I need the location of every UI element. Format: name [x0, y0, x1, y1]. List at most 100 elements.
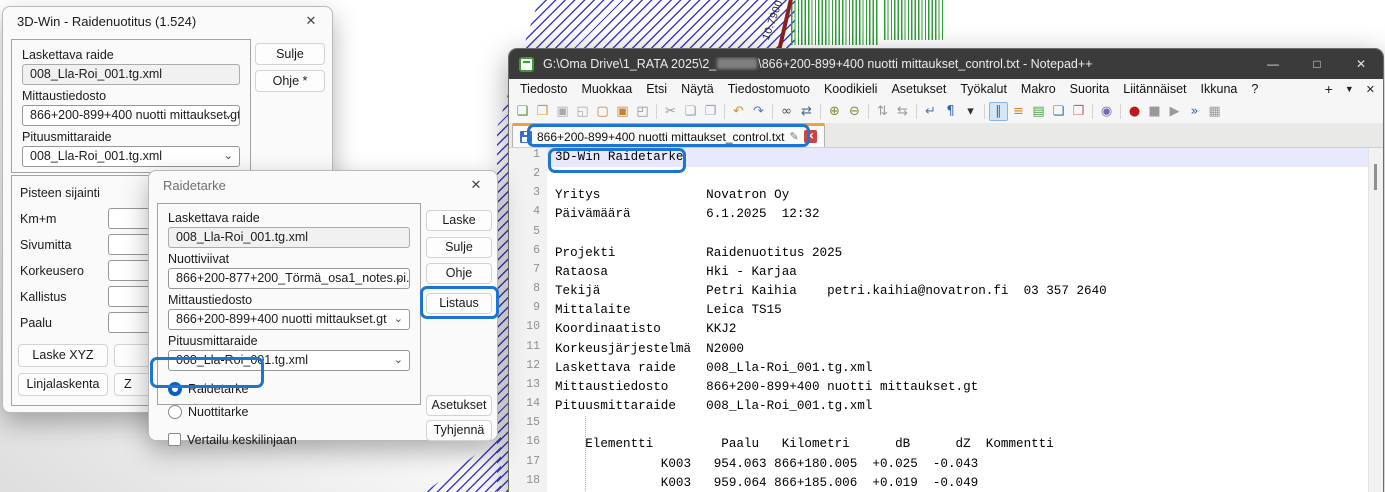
mittaustiedosto-dropdown[interactable]: 866+200-899+400 nuotti mittaukset.gt ⌄ — [168, 309, 410, 330]
toolbar-dropdown-icon[interactable]: ▾ — [961, 102, 980, 121]
vertical-scrollbar[interactable] — [1368, 148, 1383, 492]
line-text[interactable]: Mittaustiedosto 866+200-899+400 nuotti m… — [547, 378, 1368, 397]
menu-item-suorita[interactable]: Suorita — [1063, 82, 1117, 96]
laskettava-raide-field[interactable]: 008_Lla-Roi_001.tg.xml — [168, 227, 410, 248]
line-text[interactable]: Pituusmittaraide 008_Lla-Roi_001.tg.xml — [547, 397, 1368, 416]
asetukset-button[interactable]: Asetukset — [426, 395, 492, 416]
line-text[interactable]: Mittalaite Leica TS15 — [547, 301, 1368, 320]
menu-item-ikkuna[interactable]: Ikkuna — [1194, 82, 1245, 96]
document-list-icon[interactable]: ❏ — [1049, 102, 1068, 121]
menu-item-?[interactable]: ? — [1244, 82, 1265, 96]
macro-play-icon[interactable]: ▶ — [1165, 102, 1184, 121]
checkbox-unchecked-icon[interactable] — [168, 433, 181, 446]
laskettava-raide-field[interactable]: 008_Lla-Roi_001.tg.xml — [22, 64, 240, 85]
menu-item-muokkaa[interactable]: Muokkaa — [574, 82, 639, 96]
line-text[interactable] — [547, 416, 1368, 435]
indent-guide-icon[interactable]: ∥ — [989, 102, 1008, 121]
close-icon[interactable]: ✕ — [302, 13, 320, 29]
line-text[interactable]: K003 959.064 866+185.006 +0.019 -0.049 — [547, 474, 1368, 492]
menu-item-liitnniset[interactable]: Liitännäiset — [1116, 82, 1193, 96]
scrollbar-thumb[interactable] — [1374, 164, 1377, 190]
tyhjenna-button[interactable]: Tyhjennä — [426, 420, 492, 441]
sulje-button[interactable]: Sulje — [426, 237, 492, 258]
line-text[interactable]: Projekti Raidenuotitus 2025 — [547, 244, 1368, 263]
line-text[interactable]: Laskettava raide 008_Lla-Roi_001.tg.xml — [547, 359, 1368, 378]
close-icon[interactable]: ✕ — [467, 177, 485, 193]
pituusmittaraide-dropdown[interactable]: 008_Lla-Roi_001.tg.xml ⌄ — [22, 146, 240, 167]
close-icon[interactable]: ✕ — [1366, 83, 1375, 96]
cut-icon[interactable]: ✂ — [661, 102, 680, 121]
window-titlebar[interactable]: G:\Oma Drive\1_RATA 2025\2_\866+200-899+… — [509, 49, 1383, 79]
menu-item-nyt[interactable]: Näytä — [674, 82, 721, 96]
ohje-button[interactable]: Ohje * — [255, 70, 325, 92]
line-text[interactable]: Elementti Paalu Kilometri dB dZ Kommentt… — [547, 435, 1368, 454]
nuottiviivat-dropdown[interactable]: 866+200-877+200_Törmä_osa1_notes.pi.tdw … — [168, 268, 410, 289]
text-content[interactable]: 13D-Win Raidetarke23Yritys Novatron Oy4P… — [509, 148, 1368, 492]
zoom-in-icon[interactable]: ⊕ — [825, 102, 844, 121]
print-icon[interactable]: ◰ — [633, 102, 652, 121]
minimize-button[interactable]: — — [1251, 49, 1295, 79]
close-doc-icon[interactable]: ▢ — [593, 102, 612, 121]
mittaustiedosto-dropdown[interactable]: 866+200-899+400 nuotti mittaukset.gt ⌄ — [22, 105, 240, 126]
ohje-button[interactable]: Ohje — [426, 263, 492, 284]
save-icon[interactable]: ▣ — [553, 102, 572, 121]
macro-save-icon[interactable]: ▦ — [1205, 102, 1224, 121]
chevron-down-icon[interactable]: ⌄ — [394, 353, 403, 366]
line-text[interactable] — [547, 225, 1368, 244]
dialog-titlebar[interactable]: Raidetarke ✕ — [149, 171, 497, 199]
radio-unselected-icon[interactable] — [168, 405, 182, 419]
menu-item-makro[interactable]: Makro — [1014, 82, 1063, 96]
caret-down-icon[interactable]: ▼ — [1345, 84, 1354, 94]
undo-icon[interactable]: ↶ — [729, 102, 748, 121]
chevron-down-icon[interactable]: ⌄ — [394, 312, 403, 325]
line-text[interactable]: Päivämäärä 6.1.2025 12:32 — [547, 205, 1368, 224]
line-text[interactable]: Rataosa Hki - Karjaa — [547, 263, 1368, 282]
replace-icon[interactable]: ⇄ — [797, 102, 816, 121]
line-text[interactable]: K003 954.063 866+180.005 +0.025 -0.043 — [547, 455, 1368, 474]
paste-icon[interactable]: ❐ — [701, 102, 720, 121]
find-icon[interactable]: ∞ — [777, 102, 796, 121]
document-map-icon[interactable]: ▤ — [1029, 102, 1048, 121]
folder-as-workspace-icon[interactable]: ❒ — [1069, 102, 1088, 121]
vertailu-checkbox-row[interactable]: Vertailu keskilinjaan — [168, 430, 410, 449]
menu-item-tiedostomuoto[interactable]: Tiedostomuoto — [721, 82, 817, 96]
sync-vertical-icon[interactable]: ⇅ — [873, 102, 892, 121]
dialog-titlebar[interactable]: 3D-Win - Raidenuotitus (1.524) ✕ — [3, 7, 332, 35]
macro-run-multiple-icon[interactable]: » — [1185, 102, 1204, 121]
line-text[interactable]: Tekijä Petri Kaihia petri.kaihia@novatro… — [547, 282, 1368, 301]
chevron-down-icon[interactable]: ⌄ — [224, 108, 233, 121]
line-text[interactable]: Korkeusjärjestelmä N2000 — [547, 340, 1368, 359]
macro-stop-icon[interactable]: ■ — [1145, 102, 1164, 121]
menu-item-tykalut[interactable]: Työkalut — [953, 82, 1014, 96]
line-text[interactable]: Koordinaatisto KKJ2 — [547, 320, 1368, 339]
word-wrap-icon[interactable]: ↵ — [921, 102, 940, 121]
maximize-button[interactable]: □ — [1295, 49, 1339, 79]
close-all-docs-icon[interactable]: ▣ — [613, 102, 632, 121]
sync-horizontal-icon[interactable]: ⇆ — [893, 102, 912, 121]
copy-icon[interactable]: ❏ — [681, 102, 700, 121]
nuottitarke-radio-row[interactable]: Nuottitarke — [168, 402, 410, 421]
menu-item-asetukset[interactable]: Asetukset — [884, 82, 953, 96]
close-button[interactable]: ✕ — [1339, 49, 1383, 79]
menu-item-koodikieli[interactable]: Koodikieli — [817, 82, 885, 96]
function-list-icon[interactable]: ≡ — [1009, 102, 1028, 121]
laske-button[interactable]: Laske — [426, 210, 492, 231]
macro-record-icon[interactable]: ● — [1125, 102, 1144, 121]
menu-item-tiedosto[interactable]: Tiedosto — [513, 82, 574, 96]
redo-icon[interactable]: ↷ — [749, 102, 768, 121]
line-text[interactable]: Yritys Novatron Oy — [547, 186, 1368, 205]
plus-icon[interactable]: + — [1325, 81, 1333, 97]
sulje-button[interactable]: Sulje — [255, 43, 325, 65]
zoom-out-icon[interactable]: ⊖ — [845, 102, 864, 121]
view-eye-icon[interactable]: ◉ — [1097, 102, 1116, 121]
open-folder-icon[interactable]: ❒ — [533, 102, 552, 121]
linjalaskenta-button[interactable]: Linjalaskenta — [18, 373, 108, 396]
new-file-icon[interactable]: ❑ — [513, 102, 532, 121]
save-all-icon[interactable]: ◱ — [573, 102, 592, 121]
editor-area[interactable]: 13D-Win Raidetarke23Yritys Novatron Oy4P… — [509, 148, 1383, 492]
show-all-characters-icon[interactable]: ¶ — [941, 102, 960, 121]
chevron-down-icon[interactable]: ⌄ — [224, 149, 233, 162]
menu-item-etsi[interactable]: Etsi — [639, 82, 674, 96]
laske-xyz-button[interactable]: Laske XYZ — [18, 344, 108, 367]
chevron-down-icon[interactable]: ⌄ — [394, 271, 403, 284]
